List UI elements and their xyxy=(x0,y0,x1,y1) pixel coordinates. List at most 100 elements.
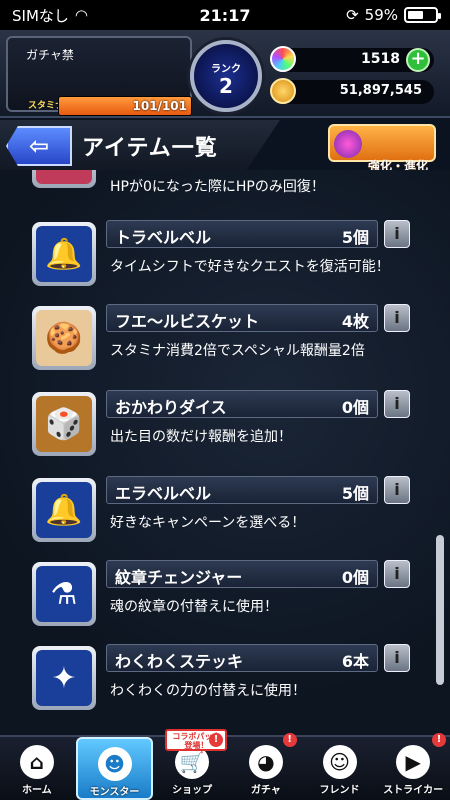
coin-counter: 51,897,545 xyxy=(270,78,434,104)
item-name-box: おかわりダイス 0個 xyxy=(106,390,378,418)
add-orbs-button[interactable]: + xyxy=(406,48,430,72)
rank-badge[interactable]: ランク 2 xyxy=(190,40,262,112)
striker-icon: ▶ xyxy=(396,745,431,779)
carrier: SIMなし ◠ xyxy=(12,5,162,26)
info-button[interactable]: i xyxy=(384,220,410,248)
item-name: フエ〜ルビスケット xyxy=(115,312,260,331)
item-count: 0個 xyxy=(341,568,369,587)
coin-icon xyxy=(270,78,296,104)
gacha-icon: ◕ xyxy=(248,745,283,779)
item-count: 5個 xyxy=(341,484,369,503)
nav-label: ストライカー xyxy=(383,785,444,796)
item-count: 0個 xyxy=(341,398,369,417)
player-panel[interactable]: ガチャ禁 スタミナ 101/101 xyxy=(6,36,192,116)
item-name: おかわりダイス xyxy=(115,398,227,417)
list-item[interactable]: ♥ HPが0になった際にHPのみ回復！ xyxy=(0,170,440,198)
biscuit-icon: 🍪 xyxy=(45,320,83,356)
item-description: タイムシフトで好きなクエストを復活可能！ xyxy=(110,259,390,275)
item-description: 出た目の数だけ報酬を追加！ xyxy=(110,429,292,445)
alert-badge: ! xyxy=(432,733,447,747)
wifi-icon: ◠ xyxy=(74,6,88,24)
item-name-box: エラベルベル 5個 xyxy=(106,476,378,504)
item-count: 5個 xyxy=(341,228,369,247)
nav-label: ホーム xyxy=(21,785,52,796)
bottom-nav: ⌂ ホーム ☻ モンスター コラボパック 登場！ ! 🛒 ショップ ! ◕ ガチ… xyxy=(0,729,450,800)
list-item[interactable]: ✦ わくわくステッキ 6本 i わくわくの力の付替えに使用！ xyxy=(0,640,440,720)
item-icon-frame: 🎲 xyxy=(32,392,96,456)
item-icon-frame: ✦ xyxy=(32,646,96,710)
list-item[interactable]: 🔔 トラベルベル 5個 i タイムシフトで好きなクエストを復活可能！ xyxy=(0,216,440,296)
dice-icon: 🎲 xyxy=(45,406,83,442)
monster-icon: ☻ xyxy=(97,747,132,781)
alert-badge: ! xyxy=(282,733,297,747)
back-arrow-icon: ⇦ xyxy=(28,132,50,160)
gacha-ban-label: ガチャ禁 xyxy=(26,48,74,62)
wand-icon: ✦ xyxy=(51,660,77,696)
item-icon-frame: ⚗ xyxy=(32,562,96,626)
item-icon-frame: ♥ xyxy=(32,170,96,188)
friend-icon: ☺ xyxy=(322,745,357,779)
info-button[interactable]: i xyxy=(384,390,410,418)
rank-value: 2 xyxy=(219,74,233,98)
item-description: 魂の紋章の付替えに使用！ xyxy=(110,599,278,615)
item-name: わくわくステッキ xyxy=(115,652,244,671)
nav-striker[interactable]: ! ▶ ストライカー xyxy=(376,733,450,800)
nav-monster[interactable]: ☻ モンスター xyxy=(75,737,154,800)
orb-counter: 1518 + xyxy=(270,46,434,72)
evolution-gem-icon xyxy=(334,130,362,158)
list-item[interactable]: 🍪 フエ〜ルビスケット 4枚 i スタミナ消費2倍でスペシャル報酬量2倍 xyxy=(0,300,440,380)
item-count: 4枚 xyxy=(341,312,369,331)
alert-badge: ! xyxy=(209,733,224,747)
list-item[interactable]: 🔔 エラベルベル 5個 i 好きなキャンペーンを選べる！ xyxy=(0,472,440,552)
status-bar: SIMなし ◠ 21:17 ⟳ 59% xyxy=(0,0,450,30)
list-item[interactable]: ⚗ 紋章チェンジャー 0個 i 魂の紋章の付替えに使用！ xyxy=(0,556,440,636)
item-count: 6本 xyxy=(341,652,369,671)
golden-bell-icon: 🔔 xyxy=(45,492,83,528)
carrier-label: SIMなし xyxy=(12,6,69,25)
nav-home[interactable]: ⌂ ホーム xyxy=(0,737,74,800)
item-description: 好きなキャンペーンを選べる！ xyxy=(110,515,306,531)
heart-icon: ♥ xyxy=(51,170,78,174)
potion-icon: ⚗ xyxy=(50,576,78,612)
page-title: アイテム一覧 xyxy=(82,136,218,161)
orb-value: 1518 xyxy=(361,51,400,67)
item-list[interactable]: ♥ HPが0になった際にHPのみ回復！ 🔔 トラベルベル 5個 i タイムシフト… xyxy=(0,170,450,735)
nav-label: フレンド xyxy=(319,785,360,796)
bell-icon: 🔔 xyxy=(45,236,83,272)
nav-label: ショップ xyxy=(172,785,213,796)
info-button[interactable]: i xyxy=(384,304,410,332)
nav-friend[interactable]: ☺ フレンド xyxy=(303,737,377,800)
nav-label: ガチャ xyxy=(250,785,281,796)
item-description: HPが0になった際にHPのみ回復！ xyxy=(110,179,325,195)
item-icon-frame: 🔔 xyxy=(32,478,96,542)
item-name-box: トラベルベル 5個 xyxy=(106,220,378,248)
stamina-bar: 101/101 xyxy=(58,96,192,116)
status-right: ⟳ 59% xyxy=(288,6,441,24)
item-name: トラベルベル xyxy=(115,228,212,247)
info-button[interactable]: i xyxy=(384,644,410,672)
orb-icon xyxy=(270,46,296,72)
item-description: わくわくの力の付替えに使用！ xyxy=(110,683,306,699)
rank-label: ランク xyxy=(211,64,241,75)
info-button[interactable]: i xyxy=(384,476,410,504)
item-name-box: 紋章チェンジャー 0個 xyxy=(106,560,378,588)
item-name-box: フエ〜ルビスケット 4枚 xyxy=(106,304,378,332)
item-icon-frame: 🔔 xyxy=(32,222,96,286)
evolution-materials-button[interactable]: 強化・進化 素材 xyxy=(328,124,436,188)
item-name-box: わくわくステッキ 6本 xyxy=(106,644,378,672)
back-button[interactable]: ⇦ xyxy=(6,126,72,166)
orientation-lock-icon: ⟳ xyxy=(346,6,359,24)
coin-value: 51,897,545 xyxy=(339,83,422,98)
list-item[interactable]: 🎲 おかわりダイス 0個 i 出た目の数だけ報酬を追加！ xyxy=(0,386,440,466)
clock: 21:17 xyxy=(199,5,251,25)
item-icon-frame: 🍪 xyxy=(32,306,96,370)
item-name: エラベルベル xyxy=(115,484,212,503)
item-name: 紋章チェンジャー xyxy=(115,568,243,587)
nav-gacha[interactable]: ! ◕ ガチャ xyxy=(229,733,303,800)
home-icon: ⌂ xyxy=(19,745,54,779)
scrollbar[interactable] xyxy=(436,535,444,685)
nav-label: モンスター xyxy=(89,787,140,798)
stamina-value: 101/101 xyxy=(132,99,187,113)
info-button[interactable]: i xyxy=(384,560,410,588)
nav-shop[interactable]: コラボパック 登場！ ! 🛒 ショップ xyxy=(155,729,229,800)
